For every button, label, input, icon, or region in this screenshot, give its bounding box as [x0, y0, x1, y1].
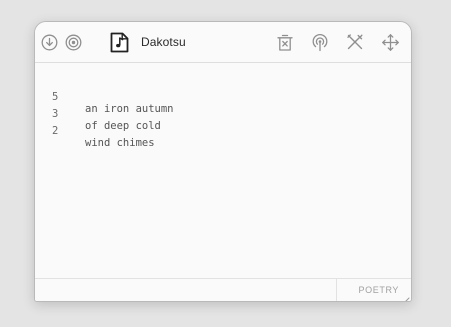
editor-line[interactable]: 2 wind chimes	[35, 113, 155, 149]
line-text[interactable]: an iron autumn	[85, 103, 174, 115]
status-bar: POETRY	[35, 278, 411, 301]
document-title: Dakotsu	[141, 35, 186, 49]
resize-grip-icon[interactable]	[402, 292, 410, 301]
line-text[interactable]: of deep cold	[85, 120, 161, 132]
editor-line[interactable]: 5 an iron autumn	[35, 79, 174, 115]
editor-line[interactable]: 3 of deep cold	[35, 96, 161, 132]
status-divider	[336, 279, 337, 301]
move-icon[interactable]	[381, 33, 400, 52]
trash-icon[interactable]	[276, 33, 294, 52]
title-bar: Dakotsu	[35, 22, 411, 63]
broadcast-icon[interactable]	[311, 33, 329, 52]
download-icon[interactable]	[41, 34, 58, 51]
text-editor[interactable]: 5 an iron autumn 3 of deep cold 2 wind c…	[35, 63, 411, 278]
line-text[interactable]: wind chimes	[85, 137, 155, 149]
target-icon[interactable]	[65, 34, 82, 51]
mode-label[interactable]: POETRY	[359, 285, 399, 295]
editor-window: Dakotsu 5 an iron autumn 3 of deep cold …	[34, 21, 412, 302]
syllable-count: 2	[52, 125, 59, 137]
tools-icon[interactable]	[346, 33, 364, 51]
music-file-icon	[110, 32, 129, 53]
